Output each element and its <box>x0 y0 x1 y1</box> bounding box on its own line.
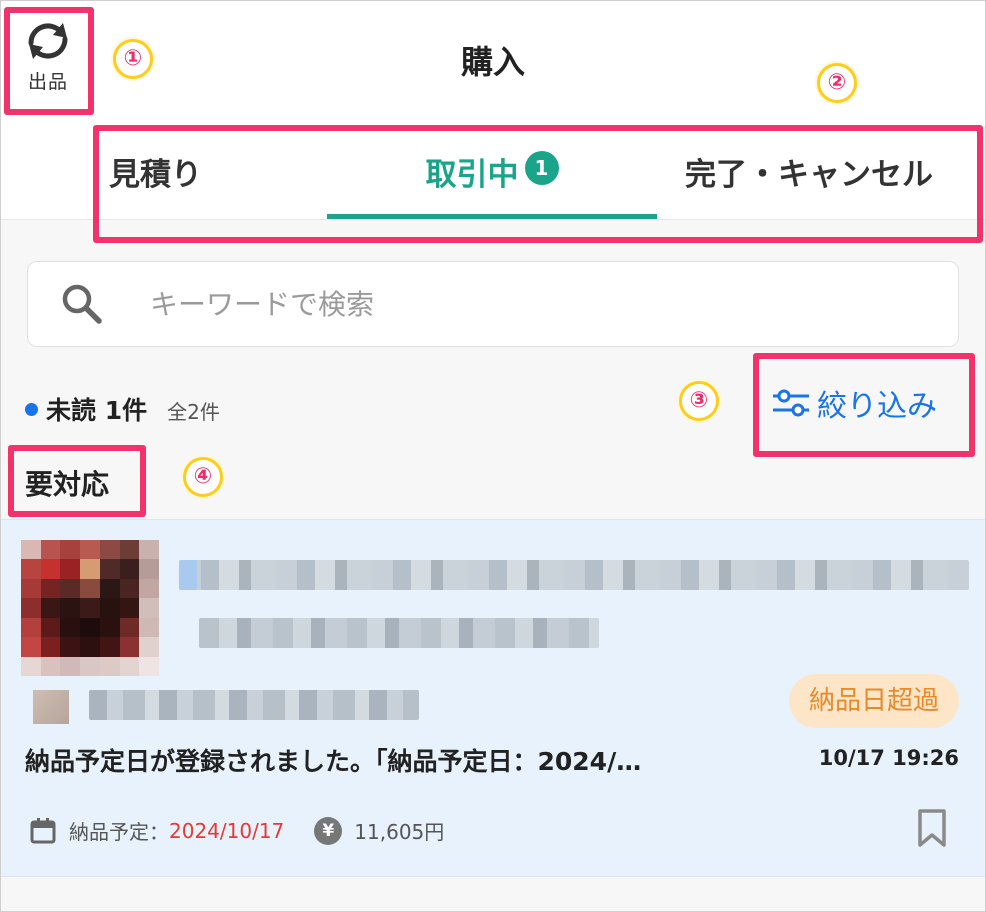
total-count: 全2件 <box>167 400 220 424</box>
latest-message: 納品予定日が登録されました。「納品予定日：2024/… <box>25 747 642 776</box>
annotation-number-3: ③ <box>679 381 719 421</box>
unread-summary: 未読 1件 全2件 <box>25 391 220 427</box>
card-meta: 納品予定： 2024/10/17 ¥ 11,605円 <box>29 816 444 845</box>
product-thumbnail <box>21 540 159 676</box>
unread-count: 未読 1件 <box>46 396 148 425</box>
app-frame: 出品 購入 見積り 取引中 1 完了・キャンセル 未読 1件 全2件 <box>0 0 986 912</box>
product-subtitle-blurred <box>199 618 599 648</box>
price: 11,605円 <box>354 820 445 844</box>
search-icon <box>62 284 102 324</box>
transaction-card[interactable]: 納品日超過 納品予定日が登録されました。「納品予定日：2024/… 10/17 … <box>1 519 985 877</box>
annotation-box-4 <box>8 445 146 517</box>
product-title-blurred-accent <box>179 560 197 590</box>
calendar-icon <box>30 817 56 843</box>
search-box <box>27 261 959 347</box>
yen-icon: ¥ <box>314 816 343 845</box>
message-time: 10/17 19:26 <box>818 746 959 770</box>
product-title-blurred <box>179 560 969 590</box>
unread-dot-icon <box>25 402 38 416</box>
annotation-number-2: ② <box>817 63 857 103</box>
annotation-box-3 <box>753 353 975 457</box>
annotation-box-1 <box>4 7 94 115</box>
status-badge: 納品日超過 <box>788 674 959 728</box>
bookmark-icon[interactable] <box>917 808 947 848</box>
annotation-number-1: ① <box>113 39 153 79</box>
seller-name-blurred <box>89 690 419 720</box>
due-date: 2024/10/17 <box>169 818 285 843</box>
due-label: 納品予定： <box>69 820 169 844</box>
annotation-box-2 <box>93 125 983 243</box>
seller-avatar <box>33 690 69 724</box>
search-input[interactable] <box>148 280 932 328</box>
annotation-number-4: ④ <box>183 457 223 497</box>
